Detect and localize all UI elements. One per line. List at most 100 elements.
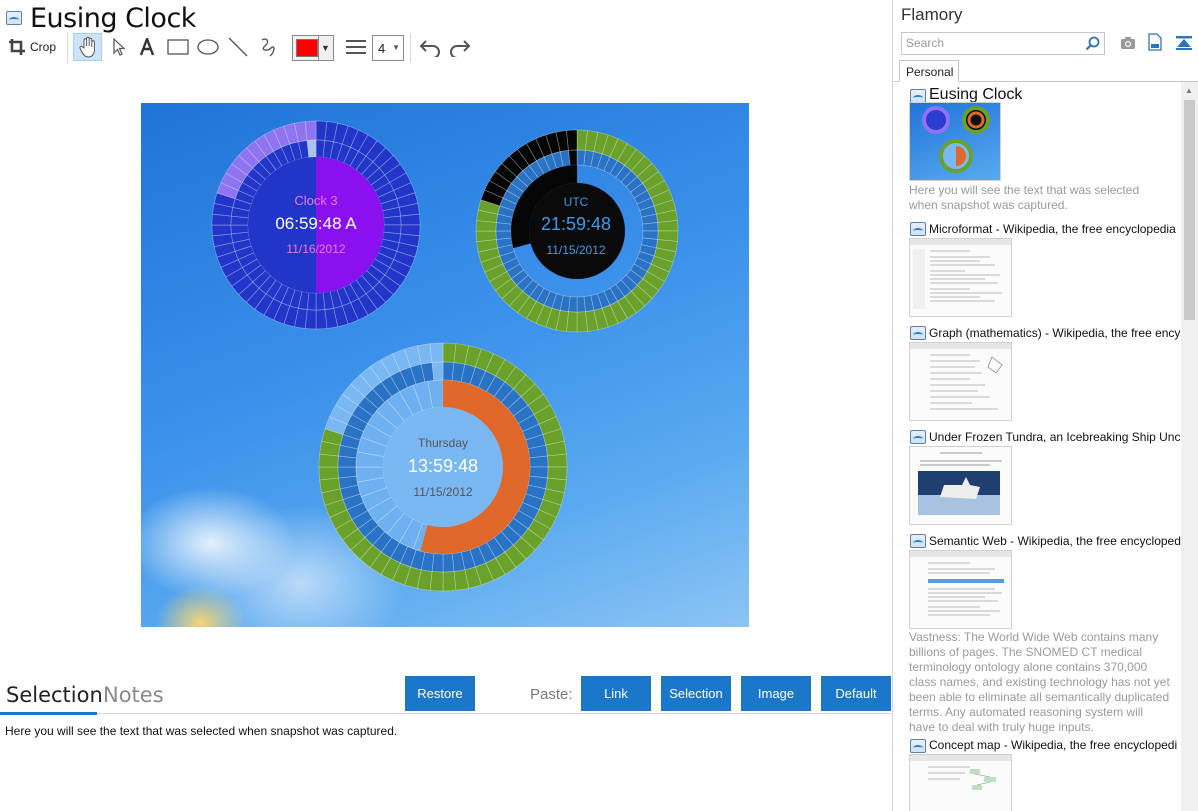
text-icon xyxy=(139,38,155,56)
snapshot-icon xyxy=(910,430,926,444)
minutes-ring-segment xyxy=(442,553,455,573)
seconds-ring-segment xyxy=(304,120,317,141)
rectangle-tool-button[interactable] xyxy=(164,33,192,61)
undo-button[interactable] xyxy=(416,33,444,61)
minutes-ring-segment xyxy=(383,215,402,226)
main-pane: Eusing Clock Crop ▼ 4 ▼ Clock 3 06:59:48… xyxy=(0,0,893,811)
line-style-icon xyxy=(346,40,366,54)
list-item-description: Vastness: The World Wide Web contains ma… xyxy=(909,630,1170,734)
snapshot-thumbnail xyxy=(909,446,1012,525)
document-icon[interactable] xyxy=(1148,33,1162,51)
minutes-ring-segment xyxy=(230,224,249,235)
clock-time: 21:59:48 xyxy=(540,214,612,234)
snapshot-thumbnail xyxy=(909,550,1012,629)
clock-name: Thursday xyxy=(417,436,469,450)
active-tab-indicator xyxy=(0,712,97,715)
snapshot-icon xyxy=(910,534,926,548)
thursday-clock-face: Thursday 13:59:48 11/15/2012 xyxy=(378,436,508,499)
list-item-title: Microformat - Wikipedia, the free encycl… xyxy=(929,222,1176,236)
paste-image-button[interactable]: Image xyxy=(741,676,811,711)
app-logo-icon xyxy=(6,11,22,25)
line-width-select[interactable]: 4 ▼ xyxy=(372,35,404,61)
clock-date: 11/16/2012 xyxy=(286,242,346,256)
tab-selection[interactable]: Selection xyxy=(6,683,103,707)
clock-name: UTC xyxy=(563,195,589,209)
seconds-ring-segment xyxy=(547,453,568,468)
restore-button[interactable]: Restore xyxy=(405,676,475,711)
snapshot-thumbnail xyxy=(909,102,1001,181)
flamory-sidebar: Flamory Search Personal Eusing Clock Her… xyxy=(894,0,1198,811)
seconds-ring-segment xyxy=(211,224,232,237)
search-input[interactable]: Search xyxy=(901,32,1105,55)
utc-clock-face: UTC 21:59:48 11/15/2012 xyxy=(511,195,641,257)
ellipse-tool-button[interactable] xyxy=(194,33,222,61)
minutes-ring-segment xyxy=(337,466,357,479)
toolbar-divider xyxy=(410,33,411,63)
toolbar-divider xyxy=(67,33,68,63)
seconds-ring-segment xyxy=(429,342,444,363)
sidebar-scrollbar[interactable]: ▲ xyxy=(1181,82,1198,811)
seconds-ring-segment xyxy=(566,129,578,151)
line-style-button[interactable] xyxy=(343,33,369,61)
minutes-ring-segment xyxy=(495,230,512,240)
crop-button[interactable]: Crop xyxy=(5,33,59,61)
line-icon xyxy=(228,37,248,57)
news-thumbnail-image xyxy=(918,452,1002,515)
seconds-ring-segment xyxy=(315,309,328,330)
text-tool-button[interactable] xyxy=(135,33,159,61)
pin-to-top-icon[interactable] xyxy=(1175,35,1193,51)
line-tool-button[interactable] xyxy=(225,33,251,61)
paste-label: Paste: xyxy=(530,686,573,703)
hand-icon xyxy=(78,36,95,58)
snapshot-list: Eusing Clock Here you will see the text … xyxy=(894,82,1181,811)
select-tool-button[interactable] xyxy=(106,33,132,61)
list-item-title: Graph (mathematics) - Wikipedia, the fre… xyxy=(929,326,1181,340)
clock-date: 11/15/2012 xyxy=(546,243,606,257)
search-icon[interactable] xyxy=(1085,36,1100,51)
seconds-ring-segment xyxy=(400,213,421,226)
drawing-toolbar: Crop ▼ 4 ▼ xyxy=(0,31,893,63)
snapshot-thumbnail xyxy=(909,238,1012,317)
camera-icon[interactable] xyxy=(1120,36,1136,50)
line-width-value: 4 xyxy=(378,40,386,56)
redo-button[interactable] xyxy=(446,33,474,61)
paste-link-button[interactable]: Link xyxy=(581,676,651,711)
snapshot-icon xyxy=(910,326,926,340)
current-color-swatch xyxy=(296,39,318,57)
seconds-ring-segment xyxy=(318,466,339,481)
clock-name: Clock 3 xyxy=(294,193,338,208)
clock-time: 13:59:48 xyxy=(407,456,479,476)
crop-label: Crop xyxy=(29,40,56,54)
webpage-thumbnail-image xyxy=(910,343,1011,410)
color-picker[interactable]: ▼ xyxy=(292,35,334,61)
minutes-ring-segment xyxy=(315,292,326,311)
webpage-thumbnail-image xyxy=(910,239,1011,309)
scrollbar-thumb[interactable] xyxy=(1184,100,1195,320)
undo-icon xyxy=(419,40,440,57)
tab-notes[interactable]: Notes xyxy=(103,683,164,707)
clock-3-face: Clock 3 06:59:48 A 11/16/2012 xyxy=(251,193,381,256)
seconds-ring-segment xyxy=(576,311,588,333)
app-window: Eusing Clock Crop ▼ 4 ▼ Clock 3 06:59:48… xyxy=(0,0,1198,811)
snapshot-thumbnail xyxy=(909,342,1012,421)
hand-tool-button[interactable] xyxy=(73,33,102,61)
redo-icon xyxy=(450,40,471,57)
snapshot-thumbnail xyxy=(909,754,1012,811)
clock-thumbnail-image xyxy=(922,106,990,173)
sidebar-title: Flamory xyxy=(901,5,963,24)
minutes-ring-segment xyxy=(568,149,578,166)
seconds-ring-segment xyxy=(475,230,497,242)
scroll-up-icon[interactable]: ▲ xyxy=(1185,86,1193,95)
minutes-ring-segment xyxy=(642,222,659,232)
freehand-tool-button[interactable] xyxy=(255,33,281,61)
seconds-ring-segment xyxy=(442,571,457,592)
clock-rings xyxy=(211,120,679,592)
webpage-thumbnail-image xyxy=(910,551,1011,616)
search-placeholder: Search xyxy=(906,36,945,50)
paste-default-button[interactable]: Default xyxy=(821,676,891,711)
snapshot-icon xyxy=(910,89,926,103)
tab-personal[interactable]: Personal xyxy=(899,60,959,82)
paste-selection-button[interactable]: Selection xyxy=(661,676,731,711)
chevron-down-icon: ▼ xyxy=(392,43,400,52)
page-title: Eusing Clock xyxy=(30,3,196,34)
